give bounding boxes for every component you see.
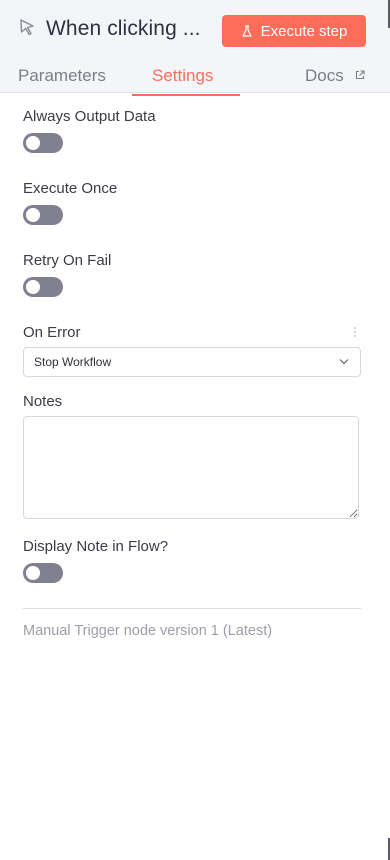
chevron-down-icon [339,359,349,365]
display-note-label: Display Note in Flow? [23,538,169,555]
execute-once-label: Execute Once [23,180,118,197]
tab-settings[interactable]: Settings [152,66,213,86]
tab-parameters[interactable]: Parameters [18,66,106,86]
node-title[interactable]: When clicking ... [46,17,201,41]
external-link-icon[interactable] [355,70,365,80]
node-version-text: Manual Trigger node version 1 (Latest) [23,623,273,639]
execute-once-toggle[interactable] [23,205,63,225]
tab-docs[interactable]: Docs [305,66,344,86]
display-note-toggle[interactable] [23,563,63,583]
retry-on-fail-label: Retry On Fail [23,252,112,269]
execute-step-button[interactable]: Execute step [222,15,366,47]
cursor-arrow-icon [20,19,34,36]
always-output-label: Always Output Data [23,108,156,125]
active-tab-indicator [132,94,240,96]
always-output-toggle[interactable] [23,133,63,153]
on-error-value: Stop Workflow [34,355,112,369]
notes-textarea[interactable] [23,416,359,519]
on-error-label: On Error [23,324,81,341]
node-header: When clicking ... Execute step Parameter… [0,0,390,93]
notes-label: Notes [23,393,63,410]
options-kebab-icon[interactable] [353,327,357,341]
flask-icon [242,25,252,37]
execute-step-label: Execute step [260,22,348,40]
divider [23,608,361,609]
retry-on-fail-toggle[interactable] [23,277,63,297]
on-error-select[interactable]: Stop Workflow [23,347,361,377]
